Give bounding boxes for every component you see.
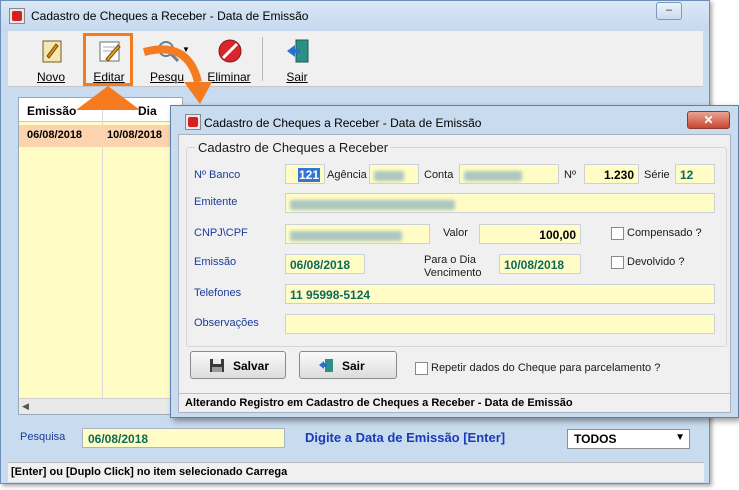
devolvido-checkbox[interactable]	[611, 256, 624, 269]
redacted-value	[290, 199, 455, 210]
sair-label: Sair	[286, 70, 308, 84]
cnpj-label: CNPJ\CPF	[194, 227, 248, 239]
para-o-dia-label: Para o Dia	[424, 254, 476, 266]
dialog-body: Cadastro de Cheques a Receber Nº Banco 1…	[178, 134, 731, 413]
telefones-label: Telefones	[194, 287, 242, 299]
numero-label: Nº	[564, 169, 576, 181]
salvar-button[interactable]: Salvar	[190, 351, 286, 379]
sair-button[interactable]: Sair	[273, 34, 321, 84]
compensado-checkbox[interactable]	[611, 227, 624, 240]
exit-door-icon	[287, 39, 309, 63]
observacoes-label: Observações	[194, 317, 259, 329]
conta-field[interactable]	[459, 164, 559, 184]
editar-highlight-box	[83, 33, 133, 86]
banco-value: 121	[297, 168, 320, 182]
serie-label: Série	[644, 169, 670, 181]
conta-label: Conta	[424, 169, 454, 181]
new-document-icon	[42, 40, 62, 63]
column-header-emissao[interactable]: Emissão	[27, 104, 76, 118]
save-icon	[210, 359, 224, 372]
agencia-label: Agência	[327, 169, 367, 181]
redacted-value	[464, 170, 522, 181]
compensado-label: Compensado ?	[627, 227, 702, 239]
banco-label: Nº Banco	[194, 169, 241, 181]
dialog-sair-label: Sair	[342, 359, 365, 373]
vencimento-field[interactable]: 10/08/2018	[499, 254, 581, 274]
main-window-title: Cadastro de Cheques a Receber - Data de …	[31, 9, 309, 23]
vencimento-label: Vencimento	[424, 267, 482, 279]
dialog-title-bar: Cadastro de Cheques a Receber - Data de …	[171, 106, 738, 134]
valor-label: Valor	[443, 227, 468, 239]
highlight-up-arrow	[76, 86, 140, 110]
devolvido-label: Devolvido ?	[627, 256, 685, 268]
chevron-down-icon: ▼	[675, 432, 685, 443]
cnpj-field[interactable]	[285, 224, 430, 244]
redacted-value	[374, 170, 404, 181]
dialog-app-icon	[185, 114, 201, 130]
horizontal-scrollbar[interactable]: ◀	[19, 398, 182, 414]
table-row[interactable]: 06/08/2018 10/08/2018	[19, 125, 182, 147]
cell-dia: 10/08/2018	[107, 129, 163, 141]
search-input[interactable]: 06/08/2018	[82, 428, 285, 448]
group-title: Cadastro de Cheques a Receber	[195, 140, 392, 155]
edit-dialog: Cadastro de Cheques a Receber - Data de …	[170, 105, 739, 418]
search-hint: Digite a Data de Emissão [Enter]	[305, 430, 506, 445]
minimize-button[interactable]: –	[656, 2, 682, 20]
serie-field[interactable]: 12	[675, 164, 715, 184]
observacoes-field[interactable]	[285, 314, 715, 334]
delete-icon	[218, 39, 242, 63]
numero-field[interactable]: 1.230	[584, 164, 639, 184]
main-title-bar: Cadastro de Cheques a Receber - Data de …	[1, 1, 709, 31]
novo-button[interactable]: Novo	[27, 34, 75, 84]
highlight-curved-arrow	[142, 45, 212, 104]
main-status-bar: [Enter] ou [Duplo Click] no item selecio…	[8, 462, 704, 482]
valor-field[interactable]: 100,00	[479, 224, 581, 244]
filter-select[interactable]: TODOS ▼	[567, 429, 690, 449]
toolbar-separator	[262, 37, 263, 81]
records-grid[interactable]: Emissão Dia 06/08/2018 10/08/2018 ◀	[18, 97, 183, 415]
cell-emissao: 06/08/2018	[27, 129, 83, 141]
dialog-sair-button[interactable]: Sair	[299, 351, 397, 379]
exit-door-icon	[319, 359, 333, 372]
emissao-label: Emissão	[194, 256, 237, 268]
emissao-field[interactable]: 06/08/2018	[285, 254, 365, 274]
redacted-value	[290, 230, 402, 241]
filter-select-value: TODOS	[574, 432, 617, 446]
search-row: Pesquisa 06/08/2018 Digite a Data de Emi…	[1, 421, 711, 457]
dialog-title: Cadastro de Cheques a Receber - Data de …	[204, 116, 482, 130]
pesquisa-label: Pesquisa	[20, 431, 66, 443]
emitente-field[interactable]	[285, 193, 715, 213]
scroll-left-icon[interactable]: ◀	[22, 401, 29, 412]
agencia-field[interactable]	[369, 164, 419, 184]
repetir-checkbox[interactable]	[415, 362, 428, 375]
salvar-label: Salvar	[233, 359, 270, 373]
repetir-label: Repetir dados do Cheque para parcelament…	[431, 362, 661, 374]
cheque-form-group: Cadastro de Cheques a Receber Nº Banco 1…	[186, 140, 727, 347]
app-icon	[9, 8, 25, 24]
close-button[interactable]: ✕	[687, 111, 730, 129]
telefones-field[interactable]: 11 95998-5124	[285, 284, 715, 304]
dialog-status-bar: Alterando Registro em Cadastro de Cheque…	[179, 393, 730, 412]
emitente-label: Emitente	[194, 196, 238, 208]
novo-label: Novo	[36, 70, 65, 84]
banco-field[interactable]: 121	[285, 164, 325, 184]
